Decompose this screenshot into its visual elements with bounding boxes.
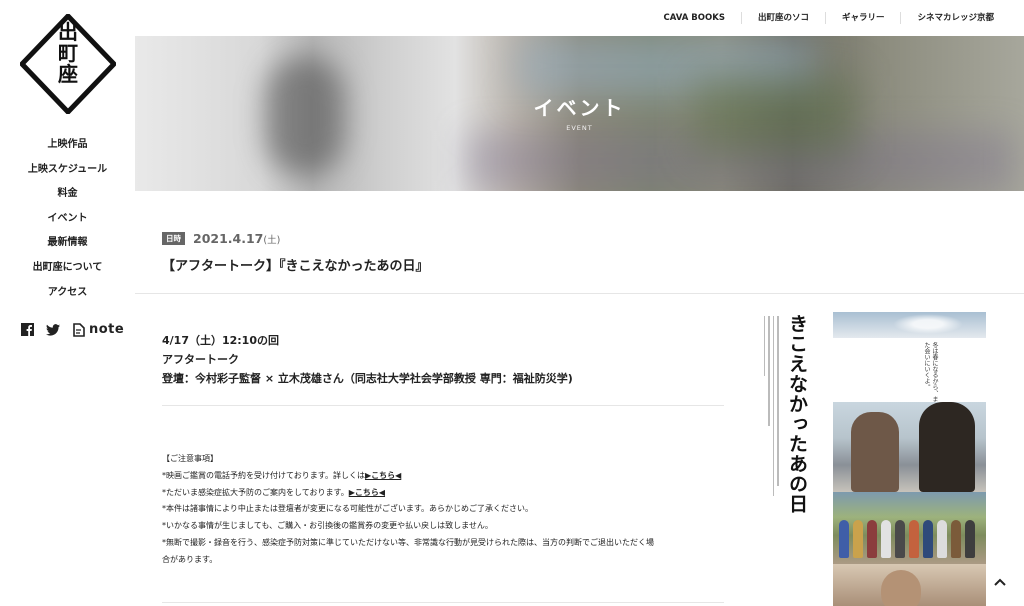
notice-line-5: *無断で撮影・録音を行う、感染症予防対策に準じていただけない等、非常識な行動が見… [162, 537, 654, 547]
divider [162, 405, 724, 406]
note-icon [72, 322, 86, 337]
notice-line-3: *本件は諸事情により中止または登壇者が変更になる可能性がございます。あらかじめご… [162, 504, 534, 514]
note-link[interactable]: note [72, 322, 124, 337]
hero-banner: イベント EVENT [135, 36, 1024, 191]
infection-prevention-link[interactable]: ▶こちら◀ [349, 488, 385, 497]
event-date-row: 日時 2021.4.17(土) [162, 231, 280, 246]
sidebar-item-about[interactable]: 出町座について [0, 259, 135, 284]
logo-char-1: 出 [58, 20, 78, 44]
event-detail-time: 4/17（土）12:10の回 [162, 334, 279, 347]
poster-photo-portrait [833, 564, 986, 606]
notice-text: *映画ご鑑賞の電話予約を受け付けております。詳しくは [162, 470, 365, 480]
logo-char-2: 町 [58, 41, 78, 65]
twitter-icon[interactable] [46, 323, 60, 337]
topnav-demachiza-soko[interactable]: 出町座のソコ [740, 12, 825, 24]
facebook-icon[interactable] [20, 323, 34, 337]
back-to-top-button[interactable] [990, 572, 1010, 592]
sidebar-item-schedule[interactable]: 上映スケジュール [0, 161, 135, 186]
topnav-gallery[interactable]: ギャラリー [824, 12, 901, 24]
event-date-dow: (土) [263, 235, 281, 246]
top-nav: CAVA BOOKS 出町座のソコ ギャラリー シネマカレッジ京都 [664, 0, 1024, 36]
date-badge: 日時 [162, 232, 185, 245]
logo-text: 出 町 座 [20, 22, 116, 85]
notice-line-1: *映画ご鑑賞の電話予約を受け付けております。詳しくは▶こちら◀ [162, 468, 724, 485]
phone-reservation-link[interactable]: ▶こちら◀ [365, 471, 401, 480]
sidebar-item-access[interactable]: アクセス [0, 284, 135, 309]
notice-heading: 【ご注意事項】 [162, 454, 218, 463]
page-title: イベント [533, 96, 626, 120]
logo[interactable]: 出 町 座 [20, 14, 116, 114]
page-subtitle: EVENT [566, 124, 593, 132]
poster-slogan-area: 冬は春になるから、また会いにいくよ。 [833, 338, 986, 402]
social-links: note [20, 322, 124, 337]
poster-person [919, 402, 975, 492]
poster-title: きこえなかったあの日 [786, 314, 808, 514]
topnav-cinema-college[interactable]: シネマカレッジ京都 [900, 12, 1010, 24]
sidebar-item-news[interactable]: 最新情報 [0, 234, 135, 259]
poster-photo-group [833, 492, 986, 564]
sidebar: 出 町 座 上映作品 上映スケジュール 料金 イベント 最新情報 出町座について… [0, 0, 135, 606]
notice-line-4: *いかなる事情が生じましても、ご購入・お引換後の鑑賞券の変更や払い戻しは致しませ… [162, 521, 493, 531]
logo-char-3: 座 [58, 62, 78, 86]
sidebar-item-event[interactable]: イベント [0, 210, 135, 235]
sidebar-item-price[interactable]: 料金 [0, 185, 135, 210]
chevron-up-icon [994, 578, 1006, 586]
topnav-cava-books[interactable]: CAVA BOOKS [648, 12, 741, 24]
divider [135, 293, 1024, 294]
note-label: note [89, 322, 125, 337]
event-detail-speakers: 登壇：今村彩子監督 × 立木茂雄さん（同志社大学社会学部教授 専門：福祉防災学) [162, 372, 573, 385]
event-date-value: 2021.4.17 [193, 231, 264, 246]
poster-slogan: 冬は春になるから、また会いにいくよ。 [923, 342, 938, 402]
poster-photo-handshake [833, 402, 986, 492]
sidebar-nav: 上映作品 上映スケジュール 料金 イベント 最新情報 出町座について アクセス [0, 136, 135, 308]
event-title: 【アフタートーク】『きこえなかったあの日』 [162, 259, 429, 274]
poster-person [851, 412, 899, 492]
notice-line-6: 合があります。 [162, 554, 218, 564]
event-detail-type: アフタートーク [162, 353, 239, 366]
divider [162, 602, 724, 603]
poster-photo-sky [833, 312, 986, 338]
notice-line-2: *ただいま感染症拡大予防のご案内をしております。▶こちら◀ [162, 485, 724, 502]
notice-text: *ただいま感染症拡大予防のご案内をしております。 [162, 487, 349, 497]
event-details: 4/17（土）12:10の回 アフタートーク 登壇：今村彩子監督 × 立木茂雄さ… [162, 331, 573, 388]
event-date: 2021.4.17(土) [193, 231, 280, 246]
notice-section: 【ご注意事項】 *映画ご鑑賞の電話予約を受け付けております。詳しくは▶こちら◀ … [162, 451, 724, 569]
sidebar-item-films[interactable]: 上映作品 [0, 136, 135, 161]
film-poster: きこえなかったあの日 冬は春になるから、また会いにいくよ。 [740, 312, 986, 606]
